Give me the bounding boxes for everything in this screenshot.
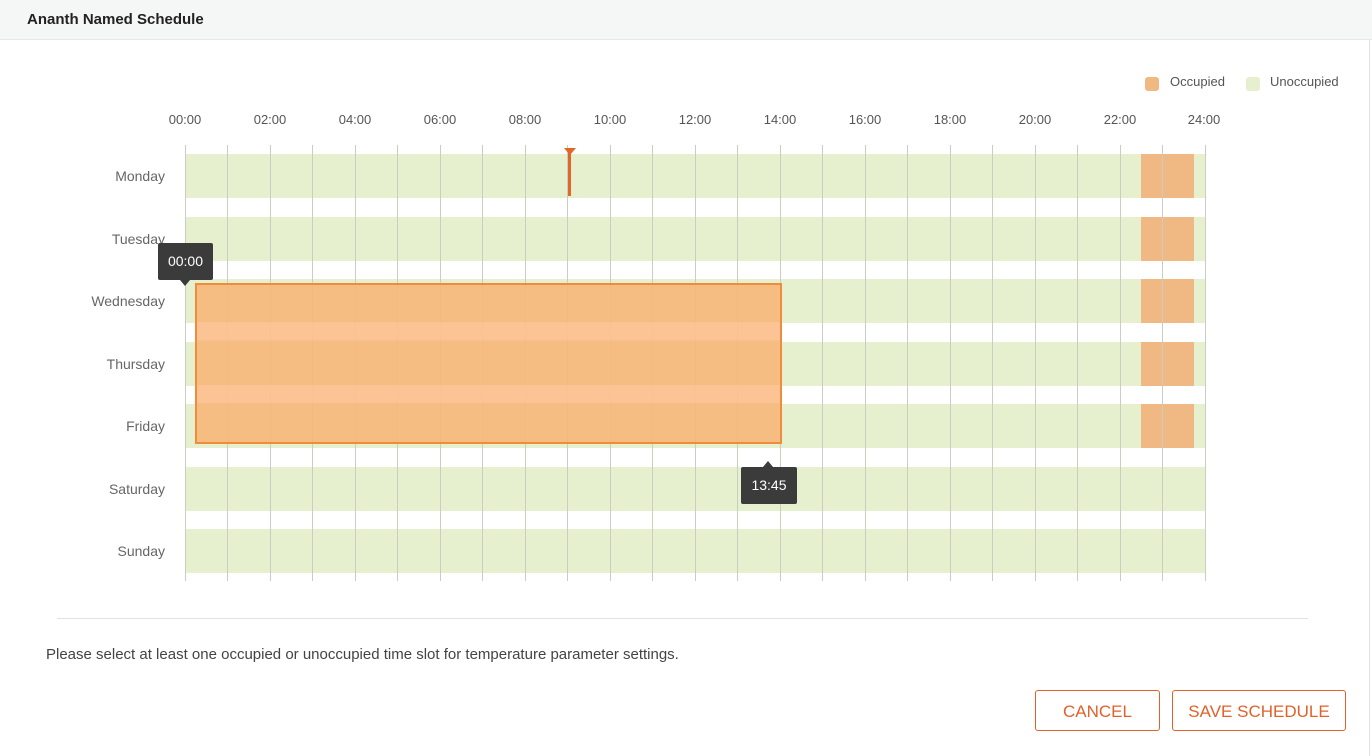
grid-line	[1162, 145, 1163, 581]
occupied-slot[interactable]	[1141, 404, 1194, 448]
dialog-edge	[1369, 40, 1370, 756]
selection-hint-text: Please select at least one occupied or u…	[46, 646, 679, 663]
grid-line	[185, 145, 186, 581]
occupied-slot[interactable]	[1141, 154, 1194, 198]
start-tooltip-arrow	[180, 280, 190, 286]
dialog-title: Ananth Named Schedule	[27, 11, 204, 28]
occupied-slot[interactable]	[1141, 217, 1194, 261]
grid-line	[1120, 145, 1121, 581]
grid-line	[1035, 145, 1036, 581]
footer-divider	[57, 618, 1308, 619]
time-tick-label: 02:00	[253, 112, 287, 127]
grid-line	[992, 145, 993, 581]
selection-start-tooltip: 00:00	[158, 243, 213, 280]
selection-end-tooltip: 13:45	[741, 467, 797, 504]
occupied-legend-label: Occupied	[1170, 74, 1225, 89]
day-label-wednesday: Wednesday	[91, 293, 165, 309]
time-tick-label: 14:00	[763, 112, 797, 127]
save-schedule-button[interactable]: SAVE SCHEDULE	[1172, 690, 1346, 731]
time-tick-label: 08:00	[508, 112, 542, 127]
grid-line	[950, 145, 951, 581]
time-tick-label: 04:00	[338, 112, 372, 127]
time-tick-label: 22:00	[1103, 112, 1137, 127]
unoccupied-legend-swatch	[1246, 77, 1260, 91]
day-label-thursday: Thursday	[106, 356, 165, 372]
day-label-monday: Monday	[115, 168, 165, 184]
day-label-sunday: Sunday	[117, 543, 165, 559]
time-tick-label: 20:00	[1018, 112, 1052, 127]
day-label-friday: Friday	[126, 418, 165, 434]
selection-rectangle[interactable]	[195, 283, 782, 444]
occupied-slot[interactable]	[1141, 279, 1194, 323]
time-tick-label: 06:00	[423, 112, 457, 127]
current-time-marker-head	[564, 148, 576, 155]
occupied-legend-swatch	[1145, 77, 1159, 91]
unoccupied-legend-label: Unoccupied	[1270, 74, 1339, 89]
dialog-header: Ananth Named Schedule	[0, 0, 1372, 40]
selection-row-gap	[197, 322, 780, 340]
time-tick-label: 18:00	[933, 112, 967, 127]
grid-line	[907, 145, 908, 581]
time-tick-label: 00:00	[168, 112, 202, 127]
occupied-slot[interactable]	[1141, 342, 1194, 386]
current-time-marker	[568, 151, 571, 196]
time-tick-label: 16:00	[848, 112, 882, 127]
grid-line	[1205, 145, 1206, 581]
grid-line	[865, 145, 866, 581]
time-tick-label: 10:00	[593, 112, 627, 127]
grid-line	[822, 145, 823, 581]
selection-row-gap	[197, 385, 780, 403]
grid-line	[1077, 145, 1078, 581]
time-tick-label: 24:00	[1187, 112, 1221, 127]
time-tick-label: 12:00	[678, 112, 712, 127]
cancel-button[interactable]: CANCEL	[1035, 690, 1160, 731]
day-label-saturday: Saturday	[108, 481, 165, 497]
day-label-tuesday: Tuesday	[111, 231, 165, 247]
